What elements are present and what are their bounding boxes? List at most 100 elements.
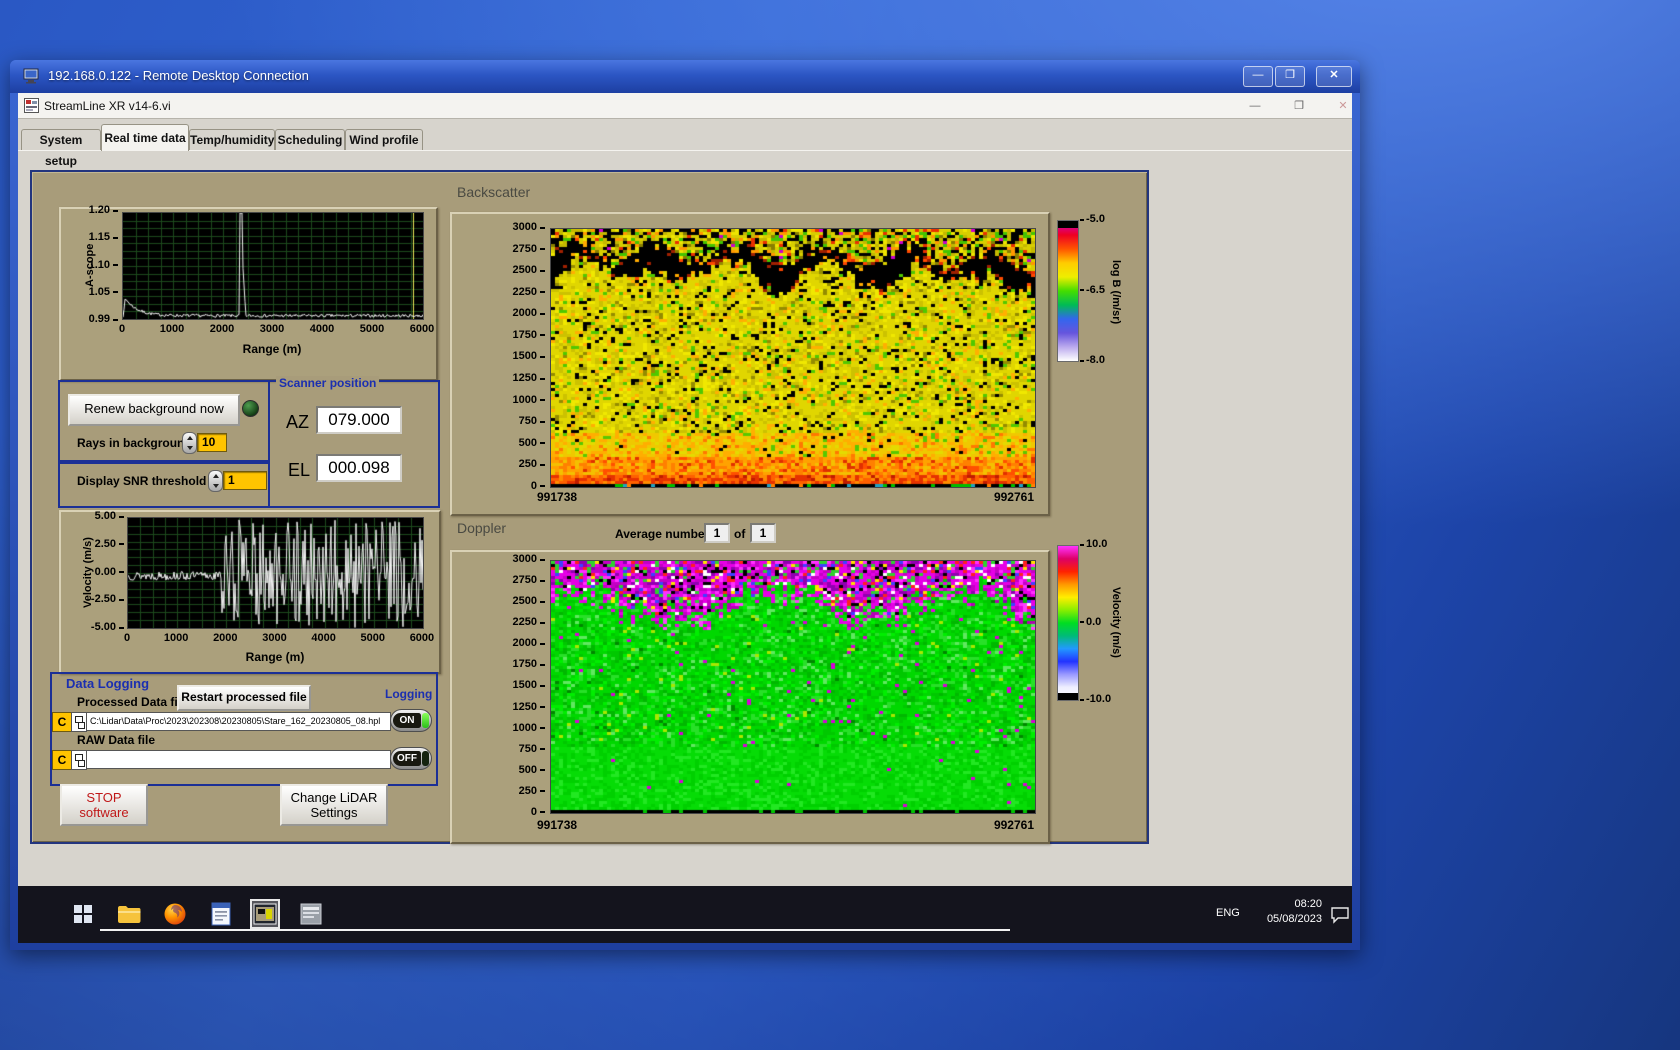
taskbar-streamline-app-button[interactable] bbox=[250, 899, 280, 929]
velocity-y-axis-label: Velocity (m/s) bbox=[82, 537, 94, 608]
backscatter-colorbar-label: log B (/m/sr) bbox=[1110, 259, 1122, 325]
rdp-titlebar[interactable]: 192.168.0.122 - Remote Desktop Connectio… bbox=[10, 60, 1360, 93]
snr-spinner[interactable] bbox=[208, 470, 223, 492]
tick-label: 500 bbox=[519, 437, 545, 449]
firefox-icon bbox=[164, 903, 186, 925]
taskbar-file-explorer-button[interactable] bbox=[114, 899, 144, 929]
rays-in-background-label: Rays in background bbox=[77, 436, 192, 450]
tick-label: 3000 bbox=[513, 222, 545, 233]
raw-logging-toggle-label: OFF bbox=[393, 751, 421, 766]
taskbar-action-center-button[interactable] bbox=[1328, 903, 1352, 927]
tick-label: -10.0 bbox=[1080, 694, 1111, 705]
tab-scheduling[interactable]: Scheduling bbox=[275, 129, 345, 151]
az-field[interactable]: 079.000 bbox=[316, 406, 402, 434]
tab-real-time-data[interactable]: Real time data bbox=[101, 124, 189, 151]
tick-label: 2.50 bbox=[95, 538, 124, 550]
language-indicator[interactable]: ENG bbox=[1216, 907, 1240, 919]
tick-label: 1750 bbox=[513, 659, 545, 670]
tick-label: 5000 bbox=[359, 323, 385, 335]
tab-temp-humidity[interactable]: Temp/humidity bbox=[189, 129, 275, 151]
rdp-computer-icon bbox=[23, 68, 39, 84]
tick-label: 250 bbox=[519, 785, 545, 797]
scan-scheduler-icon bbox=[300, 903, 322, 925]
processed-drive-selector[interactable]: C bbox=[52, 712, 72, 732]
raw-path-browse-icon[interactable] bbox=[71, 750, 87, 770]
app-restore-button[interactable]: ❐ bbox=[1286, 99, 1312, 113]
raw-drive-selector[interactable]: C bbox=[52, 750, 72, 770]
raw-logging-toggle[interactable]: OFF bbox=[390, 747, 432, 770]
tick-label: 2000 bbox=[213, 632, 238, 644]
average-number-label: Average number bbox=[615, 527, 710, 541]
taskbar-start-button[interactable] bbox=[68, 899, 98, 929]
tick-label: -2.50 bbox=[91, 594, 124, 605]
snr-value-field[interactable]: 1 bbox=[223, 471, 267, 490]
el-field[interactable]: 000.098 bbox=[316, 454, 402, 482]
close-button[interactable]: ✕ bbox=[1316, 66, 1352, 87]
taskbar-firefox-button[interactable] bbox=[160, 899, 190, 929]
tick-label: 5000 bbox=[360, 632, 386, 644]
doppler-x-end-label: 992761 bbox=[993, 818, 1034, 832]
tabstrip-baseline bbox=[18, 150, 1352, 151]
stop-software-button[interactable]: STOP software bbox=[60, 784, 148, 826]
tick-label: 2000 bbox=[513, 308, 545, 319]
raw-path-field[interactable] bbox=[86, 750, 391, 769]
app-minimize-button[interactable]: — bbox=[1242, 99, 1268, 113]
doppler-x-start-label: 991738 bbox=[537, 818, 578, 832]
tick-label: 1250 bbox=[513, 373, 545, 384]
tick-label: 0 bbox=[531, 806, 545, 818]
minimize-button[interactable]: — bbox=[1243, 66, 1273, 87]
app-title: StreamLine XR v14-6.vi bbox=[44, 99, 171, 113]
change-lidar-settings-button[interactable]: Change LiDAR Settings bbox=[280, 784, 388, 826]
tick-label: 1750 bbox=[513, 329, 545, 341]
app-close-button[interactable]: ✕ bbox=[1330, 99, 1352, 113]
average-total-field[interactable]: 1 bbox=[750, 523, 776, 543]
renew-background-button[interactable]: Renew background now bbox=[68, 394, 240, 426]
doppler-colorbar-label: Velocity (m/s) bbox=[1110, 586, 1122, 658]
velocity-x-axis-ticks: 0 1000 2000 3000 4000 5000 6000 bbox=[109, 632, 440, 644]
doppler-colorbar-cap bbox=[1058, 693, 1078, 700]
ascope-y-axis-label: A-scope bbox=[84, 243, 96, 287]
scanner-position-title: Scanner position bbox=[276, 376, 380, 390]
tick-label: 5.00 bbox=[95, 511, 124, 522]
tick-label: 2750 bbox=[513, 575, 545, 586]
tick-label: 500 bbox=[519, 764, 545, 776]
processed-path-field[interactable]: C:\Lidar\Data\Proc\2023\202308\20230805\… bbox=[86, 712, 391, 731]
tab-wind-profile[interactable]: Wind profile bbox=[345, 129, 423, 151]
desktop: 192.168.0.122 - Remote Desktop Connectio… bbox=[0, 0, 1680, 1050]
maximize-button[interactable]: ❐ bbox=[1275, 66, 1305, 87]
restart-processed-file-button[interactable]: Restart processed file bbox=[177, 685, 311, 711]
tick-label: 3000 bbox=[513, 554, 545, 565]
tick-label: 1500 bbox=[513, 680, 545, 691]
rays-spinner[interactable] bbox=[182, 432, 197, 454]
remote-desktop-client: StreamLine XR v14-6.vi — ❐ ✕ System setu… bbox=[18, 93, 1352, 943]
scanner-position-group bbox=[268, 380, 440, 508]
taskbar-notepad-button[interactable] bbox=[206, 899, 236, 929]
tick-label: 1000 bbox=[513, 722, 545, 734]
taskbar-scan-scheduler-button[interactable] bbox=[296, 899, 326, 929]
tick-label: 1250 bbox=[513, 701, 545, 713]
rays-value-field[interactable]: 10 bbox=[197, 433, 227, 452]
backscatter-x-start-label: 991738 bbox=[537, 490, 578, 504]
tick-label: 0 bbox=[118, 323, 126, 335]
backscatter-heatmap-canvas bbox=[550, 228, 1036, 488]
tick-label: 2000 bbox=[209, 323, 235, 335]
tick-label: 2750 bbox=[513, 243, 545, 255]
tick-label: 2250 bbox=[513, 286, 545, 298]
tick-label: 2500 bbox=[513, 596, 545, 607]
processed-logging-toggle[interactable]: ON bbox=[390, 709, 432, 732]
processed-path-browse-icon[interactable] bbox=[71, 712, 87, 732]
average-value-field[interactable]: 1 bbox=[704, 523, 730, 543]
notepad-icon bbox=[211, 902, 231, 926]
az-label: AZ bbox=[286, 412, 310, 432]
velocity-plot-canvas bbox=[127, 517, 424, 629]
tab-system-setup[interactable]: System setup bbox=[21, 129, 101, 168]
chat-bubble-icon bbox=[1331, 907, 1349, 924]
stop-button-line2: software bbox=[79, 805, 129, 820]
doppler-colorbar bbox=[1057, 545, 1079, 701]
clock-time[interactable]: 08:20 bbox=[1246, 898, 1322, 910]
tick-label: 1000 bbox=[513, 394, 545, 406]
processed-logging-toggle-label: ON bbox=[393, 713, 421, 728]
app-titlebar[interactable]: StreamLine XR v14-6.vi — ❐ ✕ bbox=[18, 93, 1352, 119]
clock-date[interactable]: 05/08/2023 bbox=[1246, 913, 1322, 925]
tick-label: 2000 bbox=[513, 638, 545, 649]
